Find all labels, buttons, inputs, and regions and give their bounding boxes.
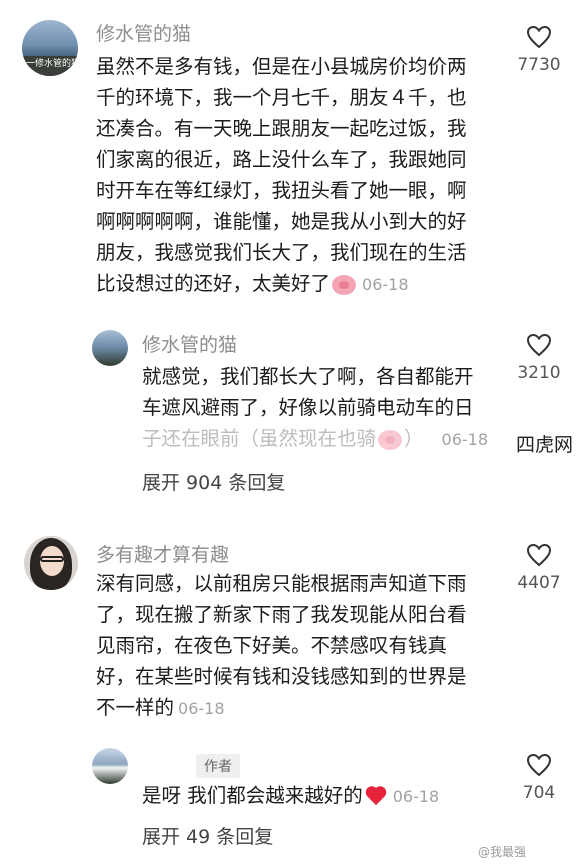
comment-text: 虽然不是多有钱，但是在小县城房价均价两 千的环境下，我一个月七千，朋友４千，也 … (96, 55, 467, 295)
like-button[interactable]: 704 (514, 753, 564, 803)
heart-outline-icon (526, 333, 552, 357)
like-button[interactable]: 3210 (514, 333, 564, 383)
like-count: 7730 (517, 55, 561, 75)
comment-date: 06-18 (178, 699, 225, 718)
expand-replies-button[interactable]: 展开 904 条回复 (142, 468, 285, 495)
heart-outline-icon (526, 25, 552, 49)
expand-replies-button[interactable]: 展开 49 条回复 (142, 822, 273, 849)
reply-date: 06-18 (392, 787, 440, 806)
reply-text: 就感觉，我们都长大了啊，各自都能开 车遮风避雨了，好像以前骑电动车的日 子还在眼… (142, 365, 489, 450)
pig-emoji-icon (378, 429, 403, 450)
avatar[interactable] (92, 330, 128, 366)
comment-username[interactable]: 多有趣才算有趣 (96, 540, 229, 567)
reply-date: 06-18 (441, 430, 489, 449)
comment-date: 06-18 (362, 275, 409, 294)
pig-emoji-icon (332, 274, 357, 295)
avatar[interactable] (24, 536, 78, 590)
author-badge: 作者 (196, 754, 240, 778)
avatar[interactable] (92, 748, 128, 784)
avatar[interactable]: 一修水管的猫 (22, 20, 78, 76)
reply-username[interactable]: 修水管的猫 (142, 330, 237, 357)
comment-text: 深有同感，以前租房只能根据雨声知道下雨 了，现在搬了新家下雨了我发现能从阳台看 … (96, 572, 467, 719)
comment-username[interactable]: 修水管的猫 (96, 19, 191, 46)
weibo-watermark: @我最强 (478, 845, 527, 859)
heart-outline-icon (526, 543, 552, 567)
heart-emoji-icon (365, 787, 387, 807)
side-watermark: 四虎网 (516, 434, 574, 456)
like-button[interactable]: 4407 (514, 543, 564, 593)
like-count: 3210 (517, 363, 561, 383)
like-count: 704 (522, 783, 556, 803)
reply-text: 是呀 我们都会越来越好的 06-18 (142, 784, 440, 807)
like-count: 4407 (517, 573, 561, 593)
avatar-text: 一修水管的猫 (26, 59, 78, 69)
heart-outline-icon (526, 753, 552, 777)
like-button[interactable]: 7730 (514, 25, 564, 75)
